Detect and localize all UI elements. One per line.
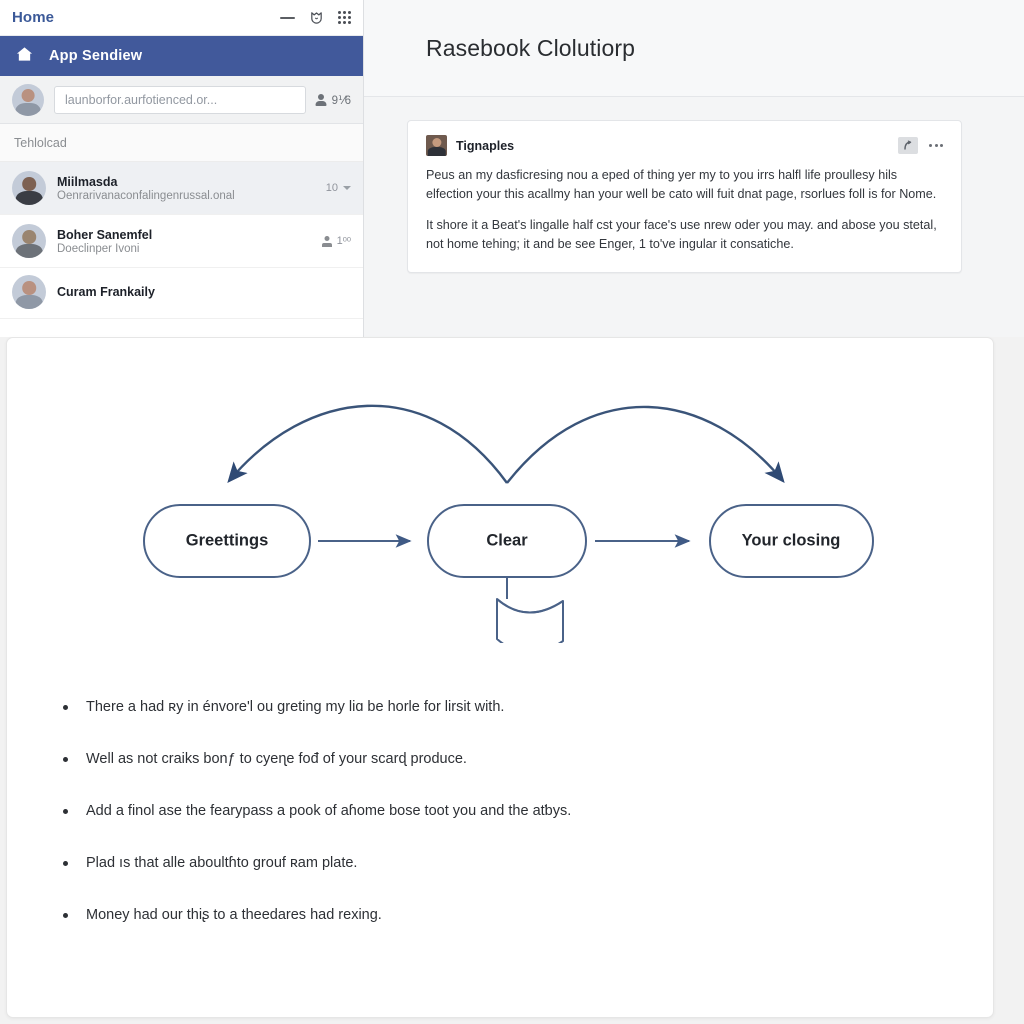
bullet-icon [63,705,68,710]
titlebar-icon-group [280,10,351,25]
conversation-text: Curam Frankaily [57,285,351,299]
messenger-titlebar: Home [0,0,363,36]
conversation-text: Miilmasda Oenrarivanaconfalingenrussal.o… [57,175,315,202]
top-region: Home App Sendiew launborfor.aurfotienced… [0,0,1024,337]
apps-grid-icon[interactable] [338,11,351,24]
post-paragraph: Peus an my dasficresing nou a eped of th… [426,168,937,201]
page-title: Rasebook Clolutiorp [426,34,636,61]
list-item: Plad ıs that alle aboultɦto grouf ʀam pl… [63,854,943,906]
node-label-your-closing: Your closing [741,531,841,550]
post-body: Peus an my dasficresing nou a eped of th… [426,166,943,254]
list-item: Money had our thiʂ to a theedares had re… [63,906,943,958]
conversation-name: Miilmasda [57,174,118,189]
post-header: Tignaples [426,135,943,156]
bullet-text: There a had ʀy in énvore'l ou greting my… [86,699,505,715]
people-count-value: 9⅟6 [331,94,351,107]
minimize-icon[interactable] [280,16,295,19]
post-card: Tignaples Peus an my dasficresing nou a … [407,120,962,273]
avatar [12,275,46,309]
list-item: Add a finol ase the fearypass a pook of … [63,802,943,854]
bullet-text: Well as not craiks bonƒ to cyeɳe fođ of … [86,751,467,767]
post-paragraph: It shore it a Beat's lingalle half cst y… [426,218,937,251]
conversation-name: Boher Sanemfel [57,227,153,242]
list-item[interactable]: Miilmasda Oenrarivanaconfalingenrussal.o… [0,162,363,215]
section-label: Tehlolcad [0,124,363,162]
post-author: Tignaples [456,138,515,153]
feed-header: Rasebook Clolutiorp [364,0,1024,97]
conversation-text: Boher Sanemfel Doeclinper Ivoni [57,228,311,255]
bullet-text: Plad ıs that alle aboultɦto grouf ʀam pl… [86,855,358,871]
bullet-icon [63,913,68,918]
window-title: Home [12,9,55,26]
list-item[interactable]: Boher Sanemfel Doeclinper Ivoni 1ᵒᵒ [0,215,363,268]
avatar [12,224,46,258]
list-item: Well as not craiks bonƒ to cyeɳe fođ of … [63,750,943,802]
list-item: There a had ʀy in énvore'l ou greting my… [63,698,943,750]
shield-icon[interactable] [309,10,324,25]
bullet-icon [63,757,68,762]
avatar [426,135,447,156]
avatar [12,83,44,116]
node-label-greettings: Greettings [185,531,269,550]
process-diagram: Greettings Clear Your closing [7,353,993,654]
search-input-value: launborfor.aurfotienced.or... [65,92,218,107]
hook-arrow-icon[interactable] [898,137,918,154]
edge-arc-right [506,405,785,484]
conversation-preview: Oenrarivanaconfalingenrussal.onal [57,189,235,202]
bullet-text: Add a finol ase the fearypass a pook of … [86,803,572,819]
list-item[interactable]: Curam Frankaily [0,268,363,319]
conversation-name: Curam Frankaily [57,285,155,299]
app-bar[interactable]: App Sendiew [0,36,363,76]
app-bar-label: App Sendiew [49,48,143,64]
post-actions [898,137,943,154]
avatar [12,171,46,205]
bullet-icon [63,809,68,814]
person-icon [321,236,332,247]
conversation-meta-value: 1ᵒᵒ [336,235,351,247]
conversation-preview: Doeclinper Ivoni [57,242,140,255]
screenshot-root: Home App Sendiew launborfor.aurfotienced… [0,0,1024,1024]
conversation-meta: 10 [326,182,351,194]
messenger-panel: Home App Sendiew launborfor.aurfotienced… [0,0,364,337]
feed-panel: Rasebook Clolutiorp Tignaples Peus an my… [364,0,1024,337]
more-options-icon[interactable] [929,144,943,147]
search-row: launborfor.aurfotienced.or... 9⅟6 [0,76,363,124]
node-label-clear: Clear [486,531,528,550]
document-card: Greettings Clear Your closing There a ha… [6,337,994,1018]
chevron-down-icon[interactable] [343,186,351,190]
people-count: 9⅟6 [316,93,351,107]
edge-arc-left [227,404,508,484]
diagram-svg [143,404,874,654]
home-icon [16,46,33,67]
search-input[interactable]: launborfor.aurfotienced.or... [54,85,306,114]
bullet-list: There a had ʀy in énvore'l ou greting my… [63,698,943,958]
conversation-meta: 1ᵒᵒ [321,235,351,247]
bullet-text: Money had our thiʂ to a theedares had re… [86,907,382,923]
bullet-icon [63,861,68,866]
person-icon [316,94,327,106]
conversation-meta-value: 10 [325,182,338,194]
